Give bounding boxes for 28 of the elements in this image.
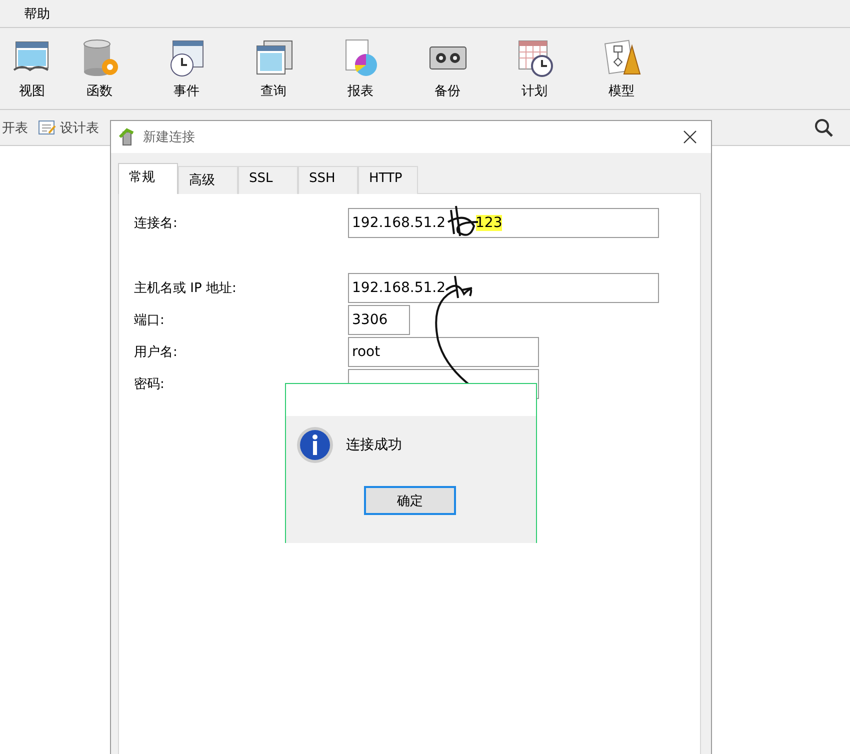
tab[interactable]: HTTP <box>358 166 418 194</box>
input-field[interactable]: 192.168.51.2 123 <box>348 208 659 238</box>
ok-button[interactable]: 确定 <box>364 486 456 515</box>
input-field[interactable]: 192.168.51.2 <box>348 273 659 303</box>
toolbar-button[interactable]: 事件 <box>143 28 230 109</box>
toolbar-button[interactable]: 备份 <box>404 28 491 109</box>
toolbar-button[interactable]: 计划 <box>491 28 578 109</box>
tab[interactable]: SSL <box>238 166 298 194</box>
input-field[interactable]: root <box>348 337 539 367</box>
field-label: 连接名: <box>134 215 178 232</box>
input-field[interactable]: 3306 <box>348 305 410 335</box>
toolbar-button[interactable]: 函数 <box>56 28 143 109</box>
tab[interactable]: 常规 <box>118 163 178 194</box>
toolbar-button[interactable]: 查询 <box>230 28 317 109</box>
dialog-title: 新建连接 <box>143 129 195 146</box>
field-label: 密码: <box>134 376 166 393</box>
field-label: 端口: <box>134 312 166 329</box>
tab[interactable]: SSH <box>298 166 358 194</box>
toolbar-button[interactable]: 视图 <box>8 28 56 109</box>
toolbar-button[interactable]: 报表 <box>317 28 404 109</box>
open-table-button[interactable]: 开表 <box>2 118 28 136</box>
design-table-button[interactable]: 设计表 <box>38 118 99 136</box>
message-text: 连接成功 <box>346 436 402 454</box>
field-label: 主机名或 IP 地址: <box>134 280 238 297</box>
toolbar-button[interactable]: 模型 <box>578 28 665 109</box>
tab[interactable]: 高级 <box>178 166 238 194</box>
menu-item[interactable]: 帮助 <box>24 4 50 22</box>
field-label: 用户名: <box>134 344 178 361</box>
